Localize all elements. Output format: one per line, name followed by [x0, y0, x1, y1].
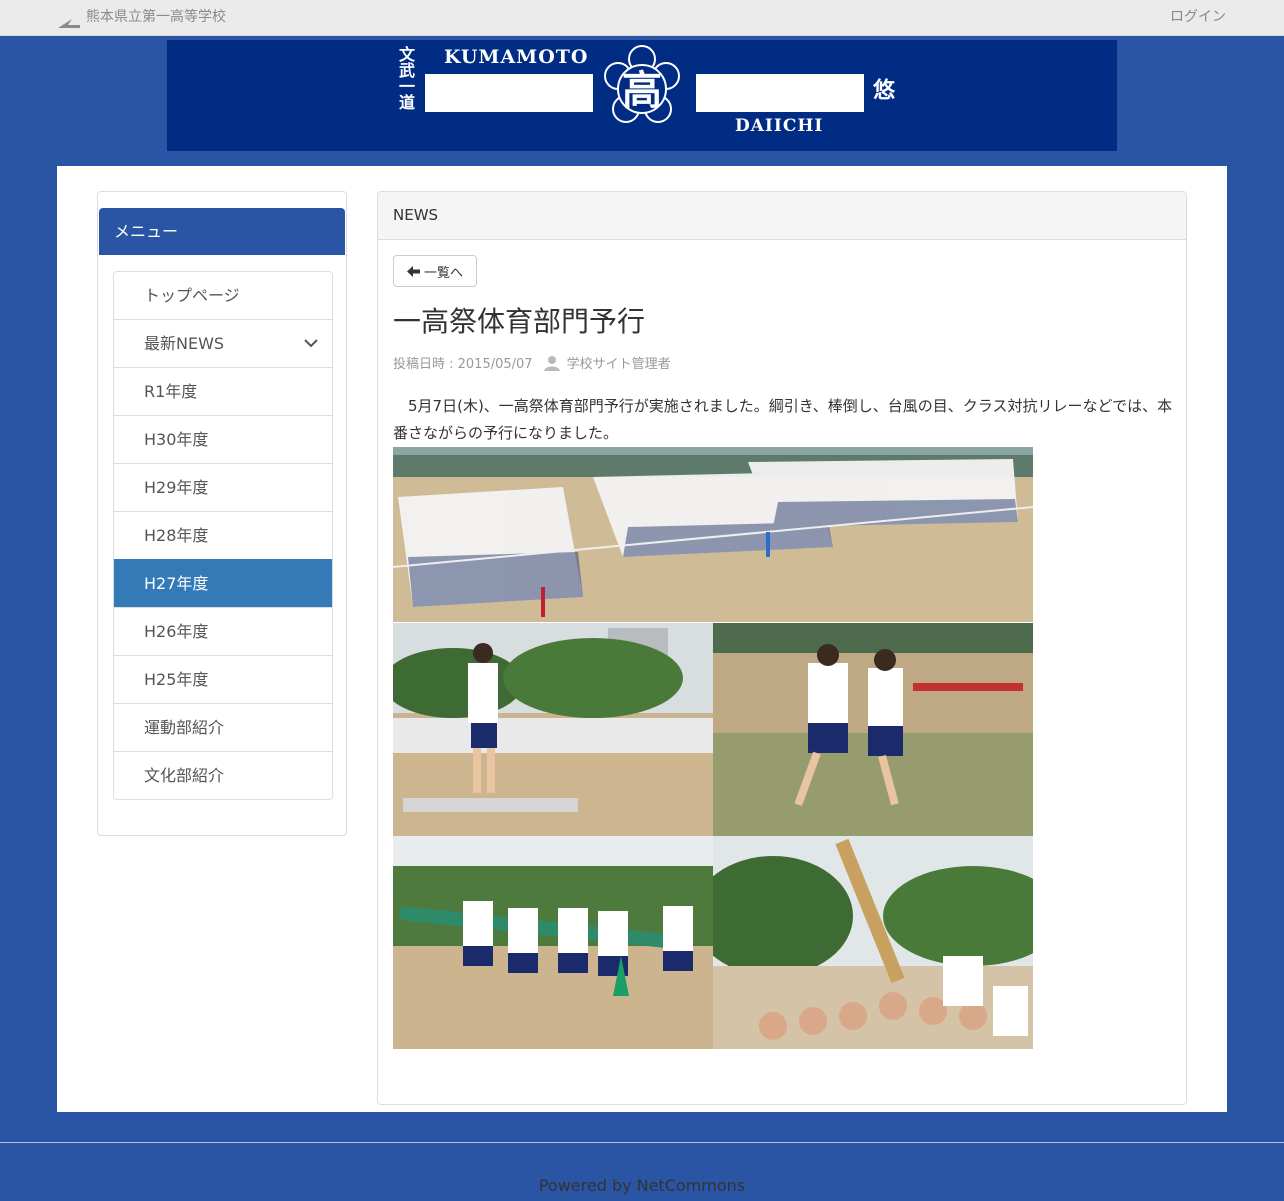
avatar-icon — [543, 355, 560, 371]
photo-pole-carry — [393, 836, 713, 1049]
sidebar-item-label: H25年度 — [144, 670, 209, 689]
news-panel-title: NEWS — [378, 192, 1186, 240]
photo-pole-toppling — [713, 836, 1033, 1049]
sidebar-item-h29[interactable]: H29年度 — [114, 463, 332, 511]
back-to-list-button[interactable]: 一覧へ — [393, 255, 477, 287]
sidebar-item-label: H29年度 — [144, 478, 209, 497]
banner-text-left: KUMAMOTO — [444, 46, 589, 68]
photo-relay-runners — [713, 623, 1033, 836]
sidebar-item-h26[interactable]: H26年度 — [114, 607, 332, 655]
sidebar-item-culture-clubs[interactable]: 文化部紹介 — [114, 751, 332, 799]
sidebar-item-sports-clubs[interactable]: 運動部紹介 — [114, 703, 332, 751]
arrow-left-icon — [406, 265, 420, 277]
school-banner: 文武一道 KUMAMOTO 高 DAIICHI 悠 — [167, 40, 1117, 151]
banner-text-right: DAIICHI — [735, 116, 824, 136]
posted-date: 投稿日時 : 2015/05/07 — [393, 357, 533, 372]
school-crest-icon: 高 — [604, 45, 680, 123]
site-home-link[interactable]: 熊本県立第一高等学校 — [58, 0, 226, 35]
banner-box-left — [425, 74, 593, 112]
sidebar-heading: メニュー — [99, 208, 345, 255]
back-button-label: 一覧へ — [423, 265, 463, 281]
sidebar-item-label: 最新NEWS — [144, 334, 225, 353]
article-body: 5月7日(木)、一高祭体育部門予行が実施されました。綱引き、棒倒し、台風の目、ク… — [393, 397, 1173, 442]
footer-divider — [0, 1142, 1284, 1143]
sidebar-item-h27[interactable]: H27年度 — [114, 559, 332, 607]
news-panel: NEWS 一覧へ 一高祭体育部門予行 投稿日時 : 2015/05/07 学校サ… — [377, 191, 1187, 1105]
banner-box-right — [696, 74, 864, 112]
crest-char: 高 — [622, 67, 662, 114]
sidebar-item-label: 運動部紹介 — [144, 718, 225, 737]
sidebar-item-h30[interactable]: H30年度 — [114, 415, 332, 463]
sidebar-item-label: H27年度 — [144, 574, 209, 593]
sidebar-item-h28[interactable]: H28年度 — [114, 511, 332, 559]
banner-motto-left: 文武一道 — [396, 46, 415, 110]
login-link[interactable]: ログイン — [1170, 0, 1226, 35]
sidebar-item-label: H30年度 — [144, 430, 209, 449]
sidebar-menu: トップページ 最新NEWS R1年度 H30年度 H29年度 H28年度 H27… — [113, 271, 333, 800]
sidebar-item-h25[interactable]: H25年度 — [114, 655, 332, 703]
sidebar-item-latest-news[interactable]: 最新NEWS — [114, 319, 332, 367]
footer-powered-by[interactable]: Powered by NetCommons — [0, 1176, 1284, 1195]
photo-cheer-leader — [393, 623, 713, 836]
sidebar-item-label: H26年度 — [144, 622, 209, 641]
sidebar-item-top-page[interactable]: トップページ — [114, 272, 332, 319]
sidebar-item-label: 文化部紹介 — [144, 766, 225, 785]
sidebar-item-label: H28年度 — [144, 526, 209, 545]
sidebar-item-r1[interactable]: R1年度 — [114, 367, 332, 415]
top-bar: 熊本県立第一高等学校 ログイン — [0, 0, 1284, 36]
banner-motto-right: 悠 — [869, 78, 895, 100]
site-logo-icon — [58, 18, 80, 28]
sidebar-item-label: R1年度 — [144, 382, 198, 401]
sidebar-panel: メニュー トップページ 最新NEWS R1年度 H30年度 H29年度 H28年… — [97, 191, 347, 836]
content-wrapper: メニュー トップページ 最新NEWS R1年度 H30年度 H29年度 H28年… — [57, 166, 1227, 1112]
article-meta: 投稿日時 : 2015/05/07 学校サイト管理者 — [393, 353, 671, 372]
chevron-down-icon[interactable] — [304, 336, 318, 350]
photo-stadium-formation — [393, 447, 1033, 622]
author-name[interactable]: 学校サイト管理者 — [567, 353, 671, 372]
article-title: 一高祭体育部門予行 — [393, 305, 646, 338]
site-name[interactable]: 熊本県立第一高等学校 — [86, 0, 226, 35]
sidebar-item-label: トップページ — [144, 286, 240, 305]
